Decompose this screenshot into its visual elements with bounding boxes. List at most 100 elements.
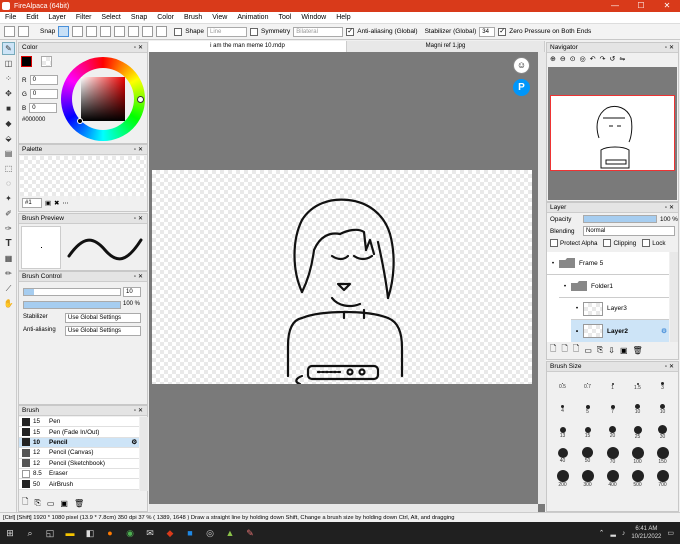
brush-size-option[interactable]: 4 <box>550 399 575 420</box>
gear-icon[interactable]: ⚙ <box>661 327 669 335</box>
new-1bit-layer-icon[interactable]: 🗋 <box>573 343 579 357</box>
copy-brush-icon[interactable]: ⎘ <box>34 498 40 508</box>
brush-size-option[interactable]: 70 <box>600 445 625 466</box>
pixiv-icon[interactable]: P <box>513 79 530 96</box>
zero-pressure-checkbox[interactable] <box>498 27 507 36</box>
r-field[interactable]: 0 <box>29 75 58 85</box>
hand-tool-icon[interactable]: ✋ <box>2 297 15 310</box>
menu-edit[interactable]: Edit <box>21 14 43 21</box>
palette-select[interactable]: #1 <box>22 198 42 208</box>
brush-item-pencil[interactable]: 10 Pencil ⚙ <box>19 437 139 449</box>
g-field[interactable]: 0 <box>29 89 58 99</box>
snap-off-icon[interactable] <box>58 26 70 37</box>
notification-icon[interactable]: ▭ <box>667 529 674 537</box>
magic-wand-icon[interactable]: ✦ <box>2 192 15 205</box>
gradient-tool-icon[interactable]: ▤ <box>2 147 15 160</box>
new-folder-icon[interactable]: ▭ <box>584 346 592 355</box>
select-tool-icon[interactable]: ⬚ <box>2 162 15 175</box>
undo-icon[interactable] <box>4 26 15 37</box>
frame-divider-icon[interactable]: ▦ <box>2 252 15 265</box>
tab-reference[interactable]: Magni ref 1.jpg <box>347 41 545 52</box>
size-field[interactable]: 10 <box>123 287 141 297</box>
snap-radial-icon[interactable] <box>114 26 126 37</box>
menu-brush[interactable]: Brush <box>179 14 207 21</box>
zoom-in-icon[interactable]: ⊕ <box>550 55 556 63</box>
canvas-vscrollbar[interactable] <box>538 52 546 504</box>
shape-select[interactable]: Line <box>206 26 247 37</box>
snap-circle-icon[interactable] <box>128 26 140 37</box>
fill-tool-icon[interactable]: ◆ <box>2 117 15 130</box>
stabilizer-select[interactable]: 34 <box>479 26 496 37</box>
brush-size-option[interactable]: 50 <box>575 445 600 466</box>
zoom-actual-icon[interactable]: ◎ <box>580 55 586 63</box>
brush-size-option[interactable]: 7 <box>600 399 625 420</box>
brush-size-option[interactable]: 30 <box>650 422 675 443</box>
volume-icon[interactable]: ♪ <box>622 530 626 537</box>
brush-size-option[interactable]: 700 <box>650 468 675 489</box>
gear-icon[interactable]: ⚙ <box>131 439 139 446</box>
menu-file[interactable]: File <box>0 14 21 21</box>
brush-size-option[interactable]: 200 <box>550 468 575 489</box>
maximize-button[interactable]: ☐ <box>628 0 654 12</box>
rotate-left-icon[interactable]: ↶ <box>590 55 596 63</box>
brush-size-option[interactable]: 400 <box>600 468 625 489</box>
snap-cross-icon[interactable] <box>86 26 98 37</box>
palette-grid[interactable] <box>20 156 146 196</box>
brush-item-pen-fade[interactable]: 15 Pen (Fade In/Out) <box>19 427 139 438</box>
brush-size-option[interactable]: 40 <box>550 445 575 466</box>
add-color-icon[interactable]: ▣ <box>45 200 51 207</box>
brush-size-option[interactable]: 3 <box>650 376 675 397</box>
text-tool-icon[interactable]: T <box>2 237 15 250</box>
windows-start-icon[interactable]: ⊞ <box>0 522 20 544</box>
layer-item-frame5[interactable]: • Frame 5 <box>547 252 669 275</box>
sv-square[interactable] <box>81 77 125 121</box>
menu-animation[interactable]: Animation <box>232 14 273 21</box>
blending-select[interactable]: Normal <box>583 226 675 236</box>
symmetry-checkbox[interactable] <box>249 27 258 36</box>
lasso-tool-icon[interactable]: ◌ <box>2 177 15 190</box>
chrome-icon[interactable]: ◉ <box>120 522 140 544</box>
brush-size-option[interactable]: 1.5 <box>625 376 650 397</box>
zoom-fit-icon[interactable]: ⊙ <box>570 55 576 63</box>
menu-window[interactable]: Window <box>296 14 331 21</box>
antialias-checkbox[interactable] <box>346 27 355 36</box>
app-icon[interactable]: ▲ <box>220 522 240 544</box>
brush-size-option[interactable]: 5 <box>575 399 600 420</box>
visibility-icon[interactable]: • <box>547 260 559 267</box>
layer-opacity-slider[interactable] <box>583 215 657 223</box>
brush-size-option[interactable]: 0.5 <box>550 376 575 397</box>
task-view-icon[interactable]: ◱ <box>40 522 60 544</box>
close-button[interactable]: ✕ <box>654 0 680 12</box>
brush-size-option[interactable]: 500 <box>625 468 650 489</box>
clear-layer-icon[interactable]: ▣ <box>620 346 628 355</box>
redo-icon[interactable] <box>18 26 29 37</box>
secondary-color-swatch[interactable] <box>41 56 52 67</box>
layer-scrollbar[interactable] <box>670 252 678 342</box>
brush-item-airbrush[interactable]: 50 AirBrush <box>19 479 139 490</box>
menu-view[interactable]: View <box>207 14 232 21</box>
visibility-icon[interactable]: • <box>571 328 583 335</box>
visibility-icon[interactable]: • <box>559 283 571 290</box>
menu-help[interactable]: Help <box>331 14 355 21</box>
menu-layer[interactable]: Layer <box>43 14 71 21</box>
delete-brush-icon[interactable]: 🗑 <box>74 499 84 508</box>
bucket-tool-icon[interactable]: ⬙ <box>2 132 15 145</box>
delete-color-icon[interactable]: ✖ <box>54 200 59 207</box>
menu-filter[interactable]: Filter <box>71 14 97 21</box>
brush-size-option[interactable]: 15 <box>575 422 600 443</box>
layer-item-layer3[interactable]: • Layer3 <box>571 298 669 320</box>
rotate-right-icon[interactable]: ↷ <box>600 55 606 63</box>
move-tool-icon[interactable]: ✥ <box>2 87 15 100</box>
brush-item-eraser[interactable]: 8.5 Eraser <box>19 468 139 480</box>
mail-icon[interactable]: ✉ <box>140 522 160 544</box>
app-icon[interactable]: ◆ <box>160 522 180 544</box>
brush-size-option[interactable]: 0.7 <box>575 376 600 397</box>
palette-menu-icon[interactable]: ⋯ <box>62 200 68 207</box>
search-icon[interactable]: ⌕ <box>20 522 40 544</box>
canvas-area[interactable]: ☺ P <box>149 52 545 512</box>
visibility-icon[interactable]: • <box>571 305 583 312</box>
layer-item-folder1[interactable]: • Folder1 <box>559 275 669 298</box>
menu-tool[interactable]: Tool <box>273 14 296 21</box>
color-wheel[interactable] <box>61 57 145 141</box>
rotate-reset-icon[interactable]: ↺ <box>609 55 615 63</box>
